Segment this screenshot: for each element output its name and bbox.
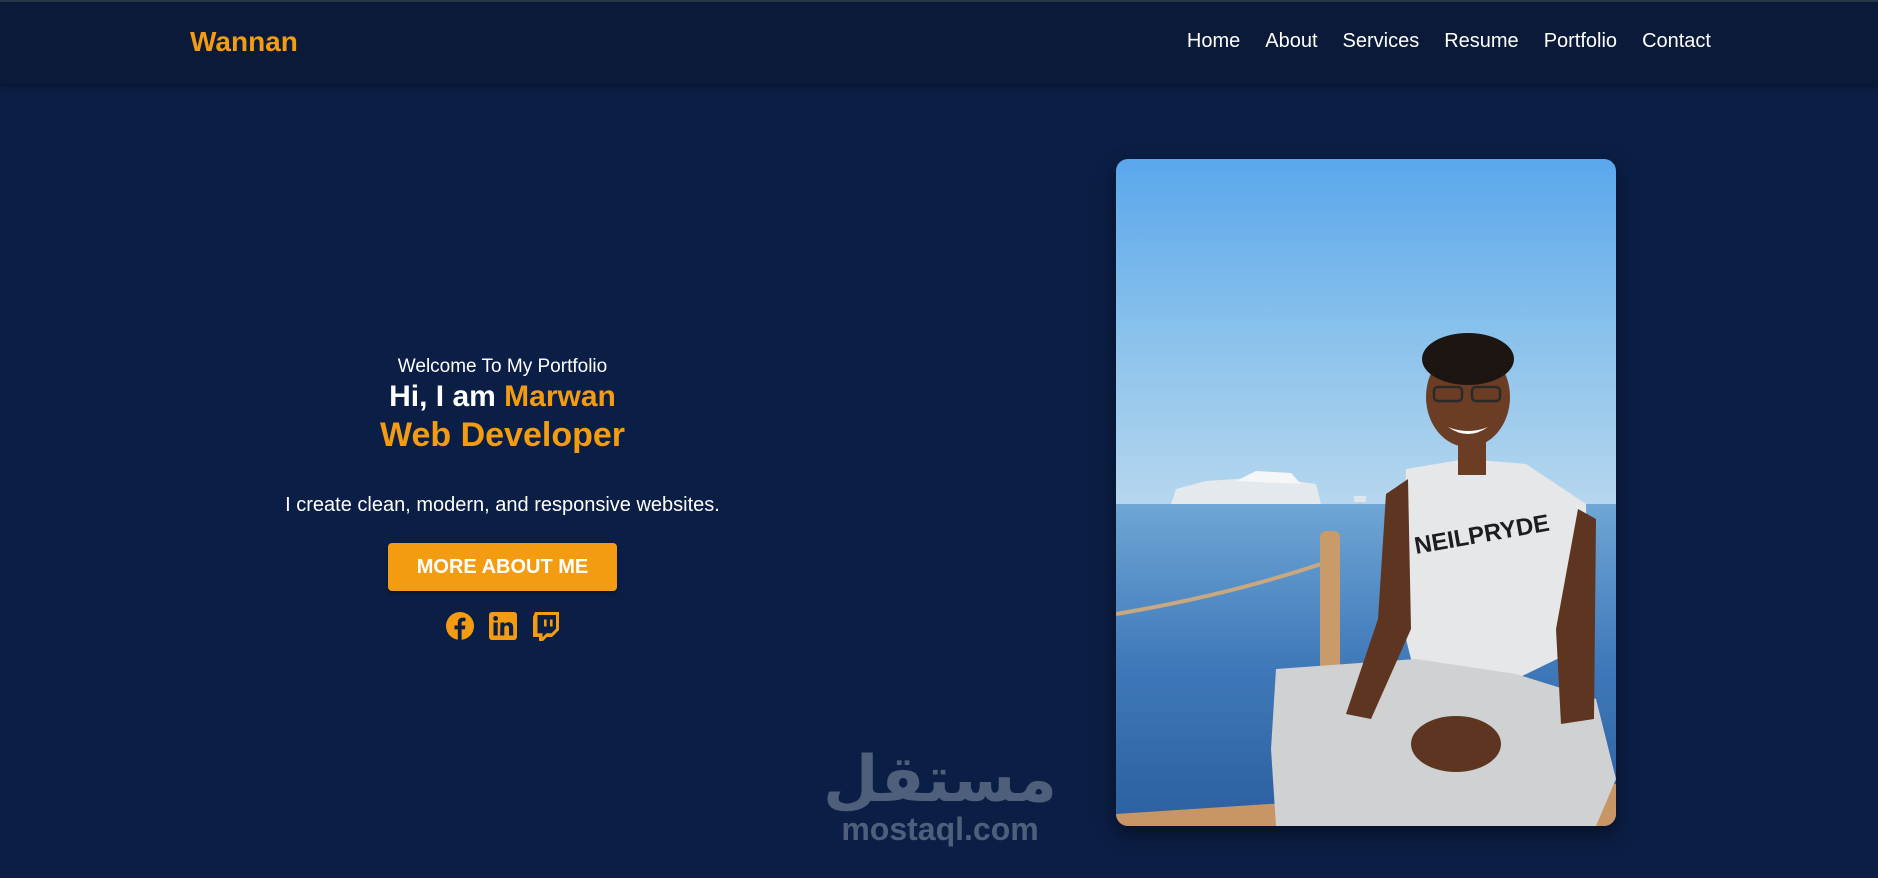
brand-logo[interactable]: Wannan [190,26,298,58]
main-nav: Home About Services Resume Portfolio Con… [1187,30,1711,53]
profile-photo: NEILPRYDE [1116,159,1616,826]
more-about-me-button[interactable]: MORE ABOUT ME [388,543,617,591]
welcome-text: Welcome To My Portfolio [397,356,608,377]
nav-portfolio[interactable]: Portfolio [1544,30,1617,53]
greeting-prefix: Hi, I am [389,380,505,413]
facebook-icon[interactable] [445,611,475,641]
hero-intro: Welcome To My Portfolio Hi, I am Marwan … [260,355,745,641]
nav-resume[interactable]: Resume [1444,30,1518,53]
nav-about[interactable]: About [1265,30,1317,53]
social-links [260,611,745,641]
greeting-heading: Hi, I am Marwan [260,379,745,415]
site-header: Wannan Home About Services Resume Portfo… [0,2,1878,84]
watermark-arabic: مستقل [822,743,1058,817]
nav-contact[interactable]: Contact [1642,30,1711,53]
person-name: Marwan [504,380,616,413]
linkedin-icon[interactable] [488,611,518,641]
twitch-icon[interactable] [531,611,561,641]
tagline: I create clean, modern, and responsive w… [285,494,720,516]
nav-services[interactable]: Services [1343,30,1420,53]
mostaql-watermark: مستقل mostaql.com [820,748,1060,846]
watermark-latin: mostaql.com [841,811,1039,847]
role-heading: Web Developer [379,416,625,454]
nav-home[interactable]: Home [1187,30,1240,53]
